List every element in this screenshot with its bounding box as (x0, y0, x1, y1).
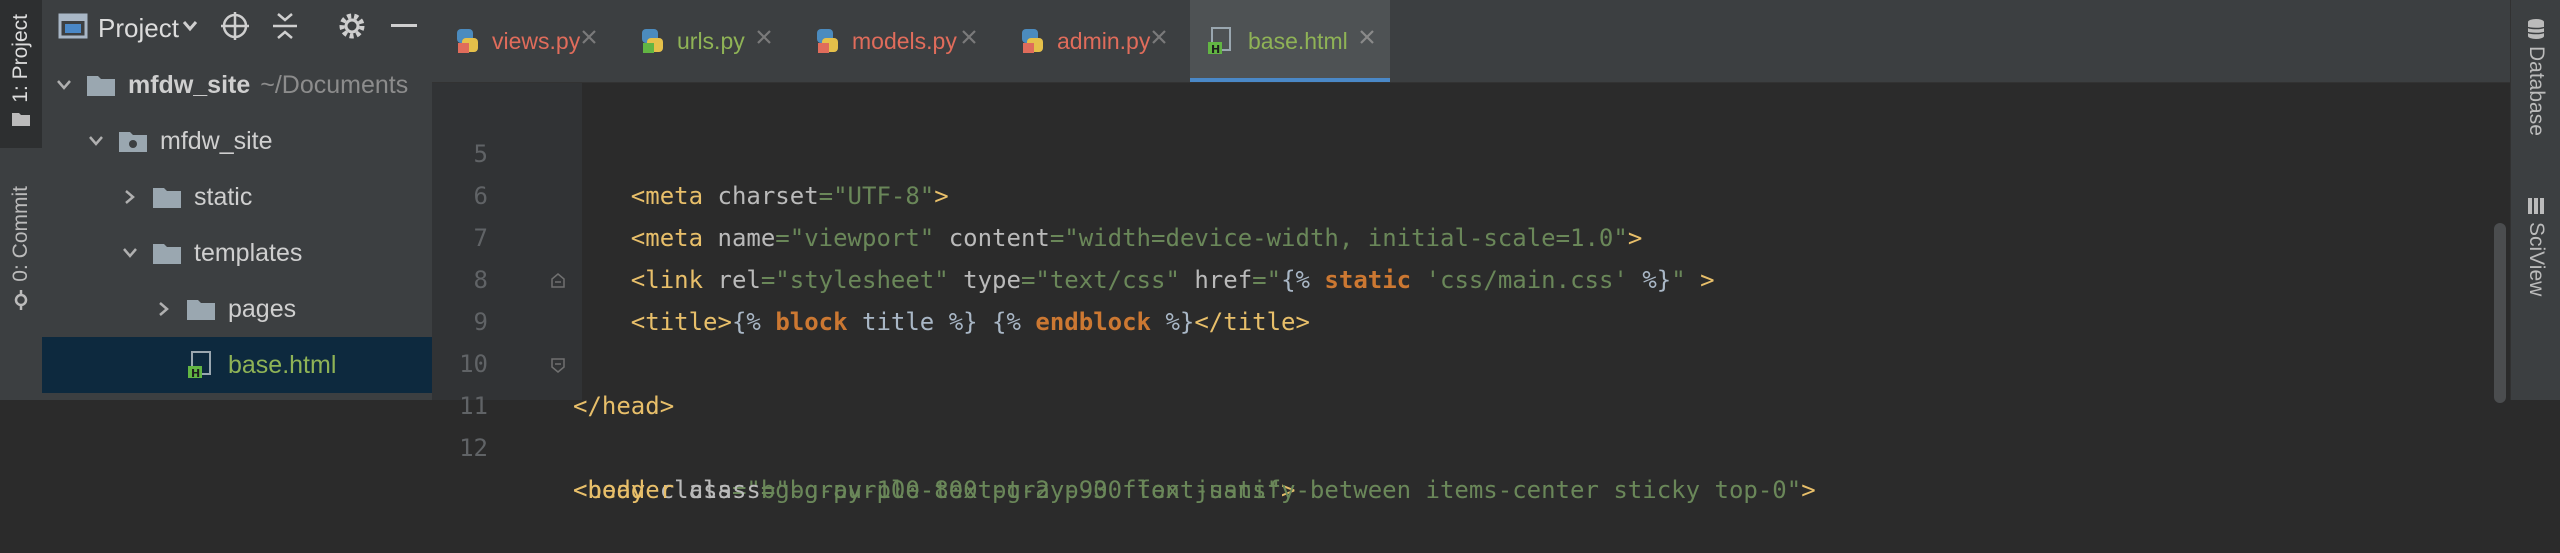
tree-item-templates[interactable]: templates (42, 225, 432, 281)
tab-label: base.html (1248, 27, 1348, 54)
code-text: <header class="bg-purple-800 pt-2 p-3 fl… (573, 476, 1816, 504)
code-line: 9 </head> (432, 259, 2472, 420)
code-line: 5 <meta charset="UTF-8"> (432, 91, 2472, 210)
commit-icon (11, 289, 31, 310)
right-tool-strip: Database SciView (2510, 0, 2560, 400)
python-icon (814, 28, 840, 54)
tab-label: urls.py (677, 27, 745, 54)
scrollbar-thumb[interactable] (2494, 223, 2506, 403)
left-tool-strip: 1: Project 0: Commit (0, 0, 43, 400)
tree-item-package[interactable]: mfdw_site (42, 113, 432, 169)
vertical-scrollbar[interactable] (2490, 83, 2510, 403)
tree-item-label: mfdw_site (160, 126, 273, 155)
close-icon[interactable] (960, 28, 978, 46)
tree-item-static[interactable]: static (42, 169, 432, 225)
code-line: 11 <body class="bg-gray-100 text-gray-90… (432, 343, 2472, 504)
tab-label: admin.py (1057, 27, 1151, 54)
svg-text:H: H (1211, 43, 1220, 56)
tab-admin-py[interactable]: admin.py (997, 0, 1182, 82)
code-line: 6 <meta name="viewport" content="width=d… (432, 133, 2472, 252)
tab-label: views.py (492, 27, 581, 54)
sciview-icon (2526, 196, 2546, 216)
package-folder-icon (118, 129, 148, 153)
tab-label: models.py (852, 27, 957, 54)
close-icon[interactable] (1150, 28, 1168, 46)
svg-text:H: H (191, 367, 200, 380)
tab-urls-py[interactable]: urls.py (617, 0, 787, 82)
html-file-icon: H (188, 350, 216, 380)
tree-item-label: static (194, 182, 253, 211)
project-toolbar: Project (42, 0, 432, 52)
tree-item-label: base.html (228, 350, 337, 379)
python-icon (639, 28, 665, 54)
gear-icon[interactable] (337, 11, 367, 41)
folder-icon (152, 185, 182, 209)
project-tool-tab-label: 1: Project (9, 14, 32, 103)
python-icon (454, 28, 480, 54)
fold-marker-icon[interactable] (550, 357, 566, 373)
code-line: 8 <title>{% block title %} {% endblock %… (432, 217, 2472, 336)
chevron-down-icon[interactable] (54, 79, 74, 91)
commit-tool-tab[interactable]: 0: Commit (0, 186, 42, 326)
minimize-icon[interactable] (391, 24, 417, 28)
tree-item-label: mfdw_site (128, 70, 251, 99)
editor-tab-bar: views.py urls.py models.py admin.py H ba… (432, 0, 2510, 83)
project-panel: Project mfdw_site ~/Documents mfdw_site … (42, 0, 432, 400)
folder-icon (11, 111, 31, 127)
html-icon: H (1208, 26, 1236, 56)
project-view-selector[interactable]: Project (98, 13, 179, 44)
collapse-all-icon[interactable] (272, 12, 298, 40)
fold-marker-icon[interactable] (550, 273, 566, 289)
line-number: 12 (459, 434, 488, 462)
close-icon[interactable] (1358, 28, 1376, 46)
close-icon[interactable] (755, 28, 773, 46)
tab-models-py[interactable]: models.py (792, 0, 992, 82)
tab-views-py[interactable]: views.py (432, 0, 612, 82)
tree-item-label: templates (194, 238, 303, 267)
tree-item-pages[interactable]: pages (42, 281, 432, 337)
project-icon (58, 13, 88, 39)
code-editor[interactable]: 5 <meta charset="UTF-8"> 6 <meta name="v… (432, 83, 2513, 504)
tree-item-project-root[interactable]: mfdw_site ~/Documents (42, 57, 432, 113)
commit-tool-tab-label: 0: Commit (9, 186, 32, 282)
sciview-tool-tab[interactable]: SciView (2511, 196, 2560, 296)
chevron-down-icon[interactable] (182, 20, 198, 32)
tree-item-path: ~/Documents (260, 70, 409, 99)
chevron-down-icon[interactable] (120, 247, 140, 259)
database-tool-tab-label: Database (2525, 46, 2548, 136)
chevron-right-icon[interactable] (120, 189, 140, 205)
folder-icon (152, 241, 182, 265)
folder-icon (86, 73, 116, 97)
sciview-tool-tab-label: SciView (2525, 222, 2548, 297)
locate-icon[interactable] (220, 11, 250, 41)
code-line: 12 <header class="bg-purple-800 pt-2 p-3… (432, 385, 2472, 504)
chevron-right-icon[interactable] (154, 301, 174, 317)
code-line: 10 (432, 301, 2472, 378)
database-tool-tab[interactable]: Database (2511, 18, 2560, 136)
tab-base-html[interactable]: H base.html (1190, 0, 1390, 82)
code-line: 7 <link rel="stylesheet" type="text/css"… (432, 175, 2472, 294)
database-icon (2526, 18, 2546, 40)
tree-item-label: pages (228, 294, 297, 323)
project-tool-tab[interactable]: 1: Project (0, 0, 42, 148)
chevron-down-icon[interactable] (86, 135, 106, 147)
close-icon[interactable] (580, 28, 598, 46)
python-icon (1019, 28, 1045, 54)
folder-icon (186, 297, 216, 321)
tree-item-base-html[interactable]: H base.html (42, 337, 432, 393)
